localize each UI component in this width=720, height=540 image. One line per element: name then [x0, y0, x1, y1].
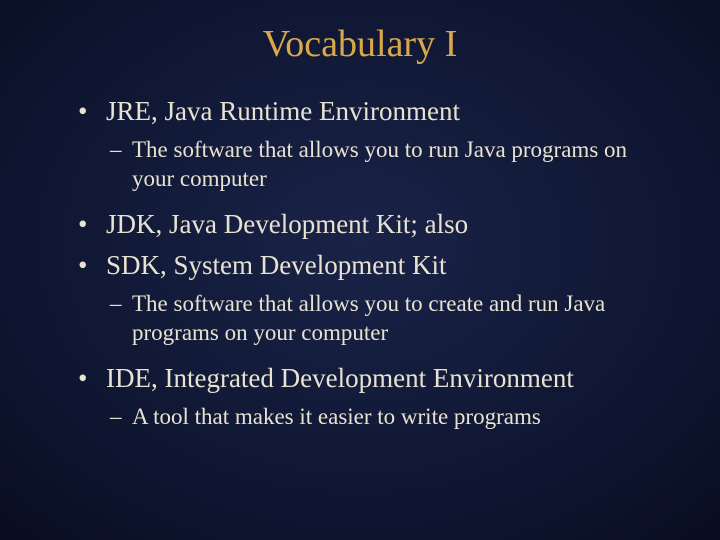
bullet-list: JRE, Java Runtime Environment: [50, 94, 670, 129]
bullet-item: JRE, Java Runtime Environment: [78, 94, 670, 129]
sub-item: The software that allows you to create a…: [110, 289, 670, 348]
sub-list: The software that allows you to create a…: [50, 289, 670, 348]
slide-title: Vocabulary I: [50, 22, 670, 66]
sub-list: A tool that makes it easier to write pro…: [50, 402, 670, 431]
sub-list: The software that allows you to run Java…: [50, 135, 670, 194]
slide: Vocabulary I JRE, Java Runtime Environme…: [0, 0, 720, 540]
sub-item: A tool that makes it easier to write pro…: [110, 402, 670, 431]
bullet-item: SDK, System Development Kit: [78, 248, 670, 283]
bullet-item: IDE, Integrated Development Environment: [78, 361, 670, 396]
bullet-item: JDK, Java Development Kit; also: [78, 207, 670, 242]
sub-item: The software that allows you to run Java…: [110, 135, 670, 194]
bullet-list: JDK, Java Development Kit; also SDK, Sys…: [50, 207, 670, 282]
bullet-list: IDE, Integrated Development Environment: [50, 361, 670, 396]
